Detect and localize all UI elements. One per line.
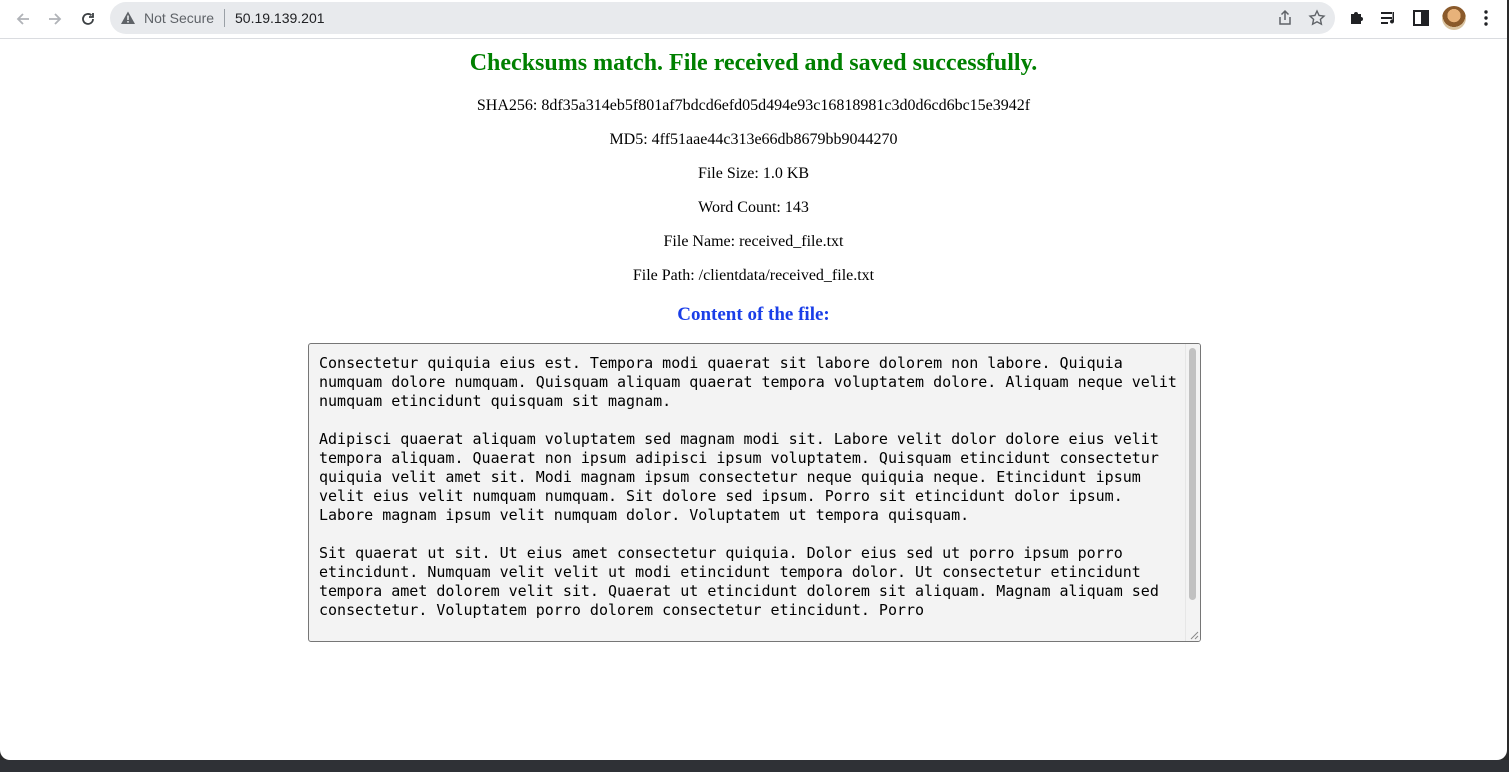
address-bar[interactable]: Not Secure 50.19.139.201 [110, 2, 1335, 34]
media-queue-icon[interactable] [1379, 8, 1399, 28]
file-content-text[interactable]: Consectetur quiquia eius est. Tempora mo… [319, 354, 1179, 620]
sha256-line: SHA256: 8df35a314eb5f801af7bdcd6efd05d49… [476, 97, 1031, 114]
file-content-textarea[interactable]: Consectetur quiquia eius est. Tempora mo… [308, 343, 1201, 642]
textarea-scrollbar[interactable] [1185, 344, 1200, 641]
file-size-line: File Size: 1.0 KB [697, 165, 810, 182]
url-text[interactable]: 50.19.139.201 [235, 10, 325, 26]
side-panel-icon[interactable] [1411, 8, 1431, 28]
resize-grip-icon[interactable] [1189, 630, 1199, 640]
desktop-background [0, 760, 1509, 772]
back-arrow-icon[interactable] [10, 6, 36, 32]
status-headline: Checksums match. File received and saved… [469, 50, 1038, 76]
forward-arrow-icon[interactable] [42, 6, 68, 32]
word-count-line: Word Count: 143 [698, 199, 809, 216]
star-icon[interactable] [1308, 9, 1326, 27]
scrollbar-thumb[interactable] [1189, 348, 1196, 600]
page-content: Checksums match. File received and saved… [0, 39, 1507, 760]
omnibox-divider [224, 9, 225, 27]
md5-line: MD5: 4ff51aae44c313e66db8679bb9044270 [609, 131, 898, 148]
kebab-menu-icon[interactable] [1476, 8, 1496, 28]
share-icon[interactable] [1276, 9, 1294, 27]
browser-window: Not Secure 50.19.139.201 Checksums match… [0, 0, 1507, 760]
browser-toolbar: Not Secure 50.19.139.201 [0, 0, 1507, 39]
warning-triangle-icon[interactable] [120, 10, 136, 26]
file-name-line: File Name: received_file.txt [663, 233, 844, 250]
content-heading: Content of the file: [677, 304, 830, 325]
security-label[interactable]: Not Secure [144, 10, 214, 26]
file-path-line: File Path: /clientdata/received_file.txt [632, 267, 875, 284]
profile-avatar[interactable] [1442, 6, 1466, 30]
reload-icon[interactable] [75, 6, 101, 32]
puzzle-icon[interactable] [1347, 8, 1367, 28]
